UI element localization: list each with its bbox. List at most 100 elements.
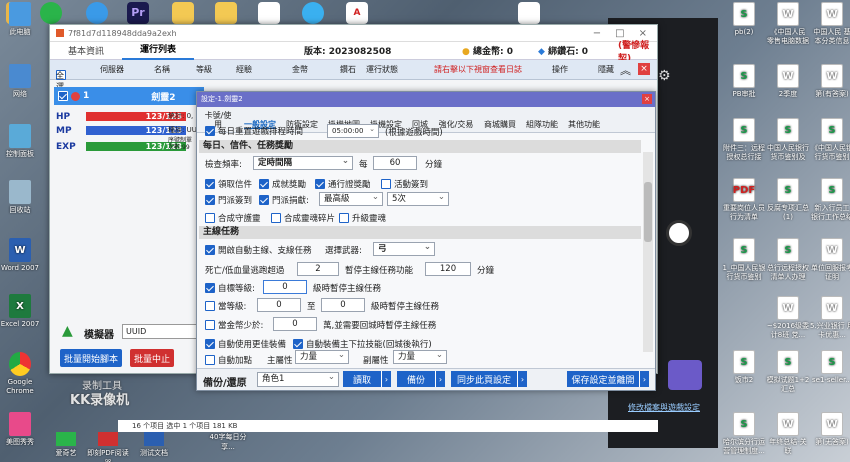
auto-point-checkbox[interactable] xyxy=(205,355,215,365)
desktop-icon-excel[interactable]: X Excel 2007 xyxy=(0,294,42,329)
simulator-field[interactable]: UUID xyxy=(122,324,198,339)
tab-other[interactable]: 其他功能 xyxy=(563,120,605,132)
desktop-icon-recycle-bin[interactable]: 回收站 xyxy=(0,180,42,215)
tab-party[interactable]: 組隊功能 xyxy=(521,120,563,132)
auto-equip-checkbox[interactable] xyxy=(205,339,215,349)
event-checkbox[interactable] xyxy=(381,179,391,189)
mail-checkbox[interactable] xyxy=(205,179,215,189)
taskbar-daily-share[interactable]: 40字每日分享... xyxy=(206,432,250,452)
scroll-thumb[interactable] xyxy=(644,182,652,242)
reset-time-select[interactable]: 05:00:00 xyxy=(327,123,379,138)
target-level-checkbox[interactable] xyxy=(205,283,215,293)
desktop-file[interactable]: S PB审批 xyxy=(722,64,766,99)
pass-checkbox[interactable] xyxy=(315,179,325,189)
guild-sign-checkbox[interactable] xyxy=(205,195,215,205)
pause-input[interactable]: 120 xyxy=(425,262,471,276)
desktop-file[interactable]: S 1_中国人民银 行货币鉴别 xyxy=(722,238,766,282)
wechat-icon[interactable] xyxy=(40,2,62,24)
auto-main-checkbox[interactable] xyxy=(205,245,215,255)
range-from-input[interactable]: 0 xyxy=(257,298,301,312)
desktop-file[interactable]: W 《中国人民 零售电脑数据 xyxy=(766,2,810,46)
batch-start-button[interactable]: 批量開始腳本 xyxy=(60,349,122,367)
premiere-icon[interactable]: Pr xyxy=(127,2,149,24)
target-level-input[interactable]: 0 xyxy=(263,280,307,294)
check-freq-select[interactable]: 定時間隔 xyxy=(253,155,353,170)
desktop-file[interactable]: W 单位回服报考 证明 xyxy=(810,238,850,282)
folder-icon[interactable] xyxy=(172,2,194,24)
desktop-file[interactable]: S 饭市2 xyxy=(722,350,766,385)
upgrade-soul-checkbox[interactable] xyxy=(339,213,349,223)
minimize-icon[interactable]: − xyxy=(593,28,601,39)
gear-icon[interactable]: ⚙ xyxy=(658,68,671,84)
desktop-file[interactable]: Spb(2) xyxy=(722,2,766,37)
desktop-file[interactable]: W 年终总结-关 联 xyxy=(766,412,810,456)
close-list-icon[interactable]: × xyxy=(638,63,650,75)
desktop-file[interactable]: W 5.兴业银行 用卡优惠... xyxy=(810,296,850,340)
row-checkbox[interactable] xyxy=(58,91,68,101)
browser-icon[interactable] xyxy=(86,2,108,24)
range-to-input[interactable]: 0 xyxy=(321,298,365,312)
weapon-select[interactable]: 弓 xyxy=(373,241,435,256)
collapse-icon[interactable]: ︽ xyxy=(620,62,631,78)
auto-skill-checkbox[interactable] xyxy=(293,339,303,349)
achievement-checkbox[interactable] xyxy=(259,179,269,189)
desktop-file[interactable]: Sse1-seller... xyxy=(810,350,850,385)
desktop-file[interactable]: S 总行远程授权 清单人办理 xyxy=(766,238,810,282)
account-row[interactable]: 1 劍靈2 xyxy=(54,87,204,105)
desktop-file[interactable]: PDF 重要岗位人员 行为清单 xyxy=(722,178,766,222)
save-exit-button[interactable]: 保存設定並離開 xyxy=(567,371,639,387)
desktop-icon-control-panel[interactable]: 控制面板 xyxy=(0,124,42,159)
donate-times-select[interactable]: 5次 xyxy=(387,191,449,206)
file-icon[interactable] xyxy=(258,2,280,24)
read-button[interactable]: 讀取 xyxy=(343,371,381,387)
backup-arrow-icon[interactable]: › xyxy=(435,371,445,387)
guild-donate-checkbox[interactable] xyxy=(259,195,269,205)
edit-settings-link[interactable]: 修改檔案與遊戲設定 xyxy=(628,402,700,413)
level-range-checkbox[interactable] xyxy=(205,301,215,311)
donate-level-select[interactable]: 最高級 xyxy=(319,191,383,206)
batch-stop-button[interactable]: 批量中止 xyxy=(130,349,174,367)
dialog-close-icon[interactable]: × xyxy=(642,94,652,104)
desktop-file[interactable]: W 第(无答案) xyxy=(810,412,850,447)
daily-reset-checkbox[interactable] xyxy=(205,126,215,136)
read-arrow-icon[interactable]: › xyxy=(381,371,391,387)
compose-guard-checkbox[interactable] xyxy=(205,213,215,223)
tab-shop[interactable]: 商城購買 xyxy=(479,120,521,132)
desktop-file[interactable]: W ~$2016级委 计8班 党... xyxy=(766,296,810,340)
file-icon[interactable] xyxy=(518,2,540,24)
qq-icon[interactable] xyxy=(302,2,324,24)
desktop-icon-computer[interactable]: 此电脑 xyxy=(0,2,42,37)
dialog-scrollbar[interactable] xyxy=(643,152,653,352)
taskbar-pdf-reader[interactable]: 即刻PDF阅读器 xyxy=(86,432,130,462)
tab-run-list[interactable]: 運行列表 xyxy=(122,42,195,60)
sub-attr-select[interactable]: 力量 xyxy=(393,349,447,364)
desktop-file[interactable]: S 反腐专项汇总 (1) xyxy=(766,178,810,222)
desktop-file[interactable]: W 中国人民 基本分类信息 xyxy=(810,2,850,46)
desktop-icon-chrome[interactable]: Google Chrome xyxy=(0,352,42,396)
save-arrow-icon[interactable]: › xyxy=(639,371,649,387)
taskbar-iqiyi[interactable]: 爱奇艺 xyxy=(44,432,88,458)
desktop-icon-word[interactable]: W Word 2007 xyxy=(0,238,42,273)
main-attr-select[interactable]: 力量 xyxy=(295,349,349,364)
desktop-icon-meitu[interactable]: 美图秀秀 xyxy=(0,412,42,447)
role-select[interactable]: 角色1 xyxy=(257,371,339,387)
desktop-file[interactable]: W 2季度 xyxy=(766,64,810,99)
folder-icon[interactable] xyxy=(215,2,237,24)
every-input[interactable]: 60 xyxy=(373,156,417,170)
tab-basic-info[interactable]: 基本資訊 xyxy=(50,44,122,57)
sync-arrow-icon[interactable]: › xyxy=(517,371,527,387)
desktop-file[interactable]: S 附件三：远程 授权总行接 xyxy=(722,118,766,162)
desktop-file[interactable]: W 第(有答案) xyxy=(810,64,850,99)
backup-button[interactable]: 備份 xyxy=(397,371,435,387)
compose-soul-checkbox[interactable] xyxy=(271,213,281,223)
sync-button[interactable]: 同步此頁設定 xyxy=(451,371,517,387)
gold-low-checkbox[interactable] xyxy=(205,320,215,330)
desktop-file[interactable]: S 哈尔滨分行运 营管理制度... xyxy=(722,412,766,456)
death-input[interactable]: 2 xyxy=(297,262,339,276)
pdf-icon[interactable]: A xyxy=(346,2,368,24)
taskbar-test-doc[interactable]: 测试文档 xyxy=(132,432,176,458)
desktop-file[interactable]: S 《中国人民银 行货币鉴别 xyxy=(810,118,850,162)
desktop-file[interactable]: S 新入行员工 银行工作总结 xyxy=(810,178,850,222)
desktop-file[interactable]: S 中国人民银行 货币鉴别及 xyxy=(766,118,810,162)
desktop-file[interactable]: S 模拟试题1+2 汇总 xyxy=(766,350,810,394)
